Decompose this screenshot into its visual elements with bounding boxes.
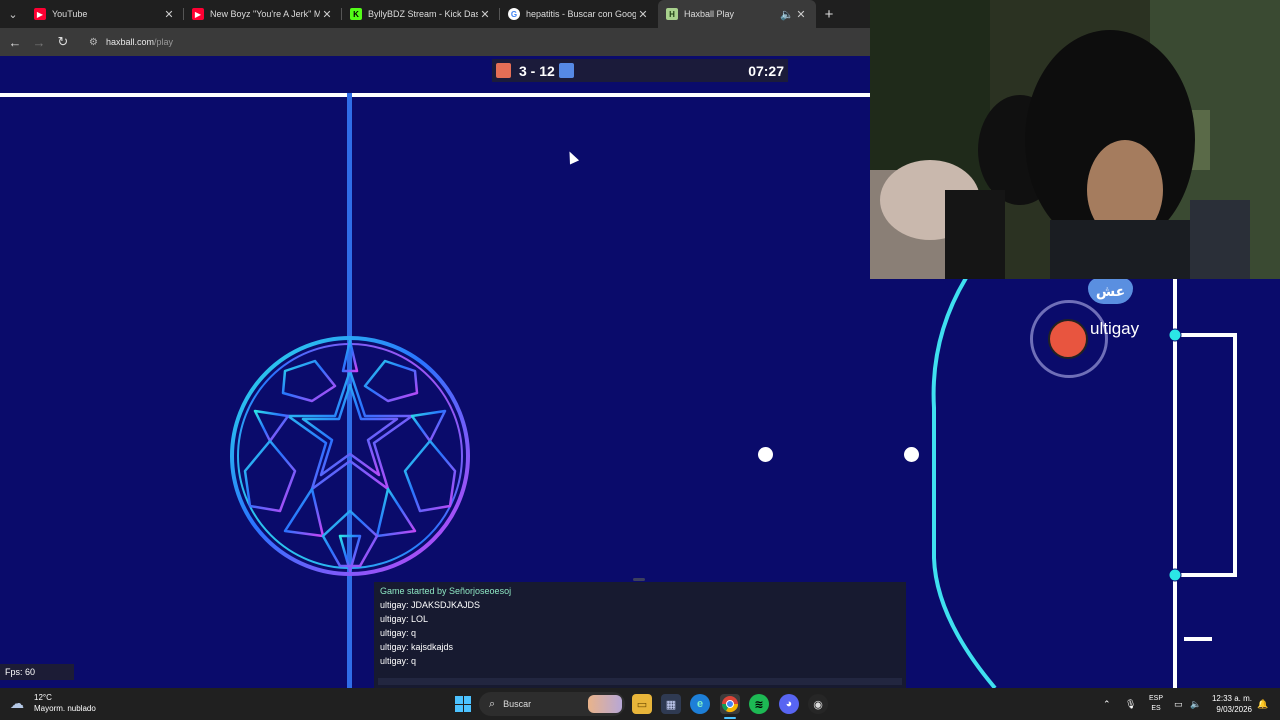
score-text: 3 - 12 (519, 62, 555, 79)
tab-close-icon[interactable]: ✕ (478, 8, 492, 21)
tab-close-icon[interactable]: ✕ (794, 8, 808, 21)
active-app-indicator (724, 717, 736, 719)
network-icon[interactable]: ▭ (1174, 688, 1183, 720)
mouse-cursor-icon (564, 149, 580, 165)
tab-close-icon[interactable]: ✕ (636, 8, 650, 21)
tab-close-icon[interactable]: ✕ (320, 8, 334, 21)
browser-toolbar: ← → ↻ ⚙ haxball.com/play (0, 28, 870, 56)
kick-icon: K (350, 8, 362, 20)
youtube-icon: ▶ (192, 8, 204, 20)
screen: ⌄ ▶ YouTube ✕ ▶ New Boyz "You're A Jerk"… (0, 0, 1280, 720)
fps-counter: Fps: 60 (0, 664, 74, 680)
microphone-icon[interactable]: 🎙 (1125, 688, 1136, 720)
champions-ball-logo (230, 336, 470, 576)
cloud-icon: ☁ (10, 695, 24, 711)
red-team-marker (496, 63, 511, 78)
player-name-label: ultigay (1090, 319, 1140, 338)
tab-title: hepatitis - Buscar con Google (526, 9, 636, 19)
chat-input[interactable] (378, 678, 902, 685)
search-highlight-image (588, 695, 622, 713)
tab-haxball-play[interactable]: H Haxball Play 🔈 ✕ (658, 0, 816, 28)
chrome-icon[interactable] (720, 694, 740, 714)
tab-title: Haxball Play (684, 9, 735, 19)
chat-message: ultigay: q (380, 656, 417, 666)
language-indicator[interactable]: ESP ES (1146, 694, 1166, 714)
address-bar[interactable]: ⚙ haxball.com/play (81, 31, 181, 53)
url-host: haxball.com (105, 37, 154, 47)
keyboard-layout: ES (1151, 705, 1161, 712)
tray-overflow-icon[interactable]: ⌃ (1103, 688, 1111, 720)
webcam-overlay (870, 0, 1280, 279)
temperature-label: 12°C (34, 693, 52, 702)
field-marker-dot (904, 447, 919, 462)
taskbar-search[interactable]: ⌕ Buscar (479, 692, 625, 716)
microsoft-store-icon[interactable]: ▦ (661, 694, 681, 714)
chat-resize-handle[interactable] (633, 578, 645, 581)
notifications-icon[interactable]: 🔔 (1257, 688, 1268, 720)
back-arrow-icon[interactable]: ← (3, 28, 27, 56)
discord-icon[interactable]: ◕ (779, 694, 799, 714)
youtube-icon: ▶ (34, 8, 46, 20)
windows-taskbar: ☁ 12°C Mayorm. nublado ⌕ Buscar ▭ ▦ e ≋ … (0, 688, 1280, 720)
clock-date: 9/03/2026 (1216, 705, 1252, 714)
field-top-line (0, 93, 870, 97)
tab-close-icon[interactable]: ✕ (162, 8, 176, 21)
forward-arrow-icon[interactable]: → (27, 28, 51, 56)
chat-message: ultigay: JDAKSDJKAJDS (380, 600, 481, 610)
site-settings-icon[interactable]: ⚙ (89, 37, 98, 48)
weather-widget[interactable]: ☁ 12°C Mayorm. nublado (10, 692, 96, 714)
field-marker-dot (758, 447, 773, 462)
haxball-icon: H (666, 8, 678, 20)
tab-kick-dashboard[interactable]: K ByllyBDZ Stream - Kick Dashbo ✕ (342, 0, 500, 28)
chat-box: Game started by Señorjoseoesoj ultigay: … (374, 582, 906, 688)
reload-icon[interactable]: ↻ (51, 28, 75, 56)
language-code: ESP (1148, 695, 1163, 702)
search-label: Buscar (503, 699, 532, 709)
webcam-video-frame (870, 0, 1280, 279)
tab-audio-icon[interactable]: 🔈 (780, 8, 794, 21)
game-timer: 07:27 (748, 62, 784, 79)
tab-title: YouTube (52, 9, 88, 19)
weather-label: Mayorm. nublado (34, 704, 96, 713)
search-icon: ⌕ (489, 697, 496, 710)
chat-message: ultigay: q (380, 628, 417, 638)
tab-youtube[interactable]: ▶ YouTube ✕ (26, 0, 184, 28)
file-explorer-icon[interactable]: ▭ (632, 694, 652, 714)
tab-title: New Boyz "You're A Jerk" Music (210, 9, 320, 19)
chat-message: Game started by Señorjoseoesoj (380, 586, 512, 596)
volume-icon[interactable]: 🔈 (1190, 688, 1201, 720)
chat-message: ultigay: LOL (380, 614, 429, 624)
new-tab-button[interactable]: + (816, 0, 842, 28)
tab-google-search[interactable]: G hepatitis - Buscar con Google ✕ (500, 0, 658, 28)
obs-icon[interactable]: ◉ (808, 694, 828, 714)
chat-message: ultigay: kajsdkajds (380, 642, 454, 652)
clock-time: 12:33 a. m. (1211, 694, 1252, 703)
blue-team-marker (558, 63, 574, 78)
scoreboard: 3 - 12 07:27 (492, 59, 788, 82)
system-clock[interactable]: 12:33 a. m. 9/03/2026 (1206, 693, 1252, 715)
tab-new-boyz[interactable]: ▶ New Boyz "You're A Jerk" Music ✕ (184, 0, 342, 28)
spotify-icon[interactable]: ≋ (749, 694, 769, 714)
edge-browser-icon[interactable]: e (690, 694, 710, 714)
url-path: /play (154, 37, 174, 47)
google-icon: G (508, 8, 520, 20)
player-disc-red (1048, 319, 1088, 359)
tab-search-chevron-icon[interactable]: ⌄ (0, 0, 26, 28)
windows-start-icon[interactable] (455, 696, 471, 712)
player-avatar-blue: عش (1088, 278, 1133, 304)
browser-tab-strip: ⌄ ▶ YouTube ✕ ▶ New Boyz "You're A Jerk"… (0, 0, 870, 28)
tab-title: ByllyBDZ Stream - Kick Dashbo (368, 9, 478, 19)
